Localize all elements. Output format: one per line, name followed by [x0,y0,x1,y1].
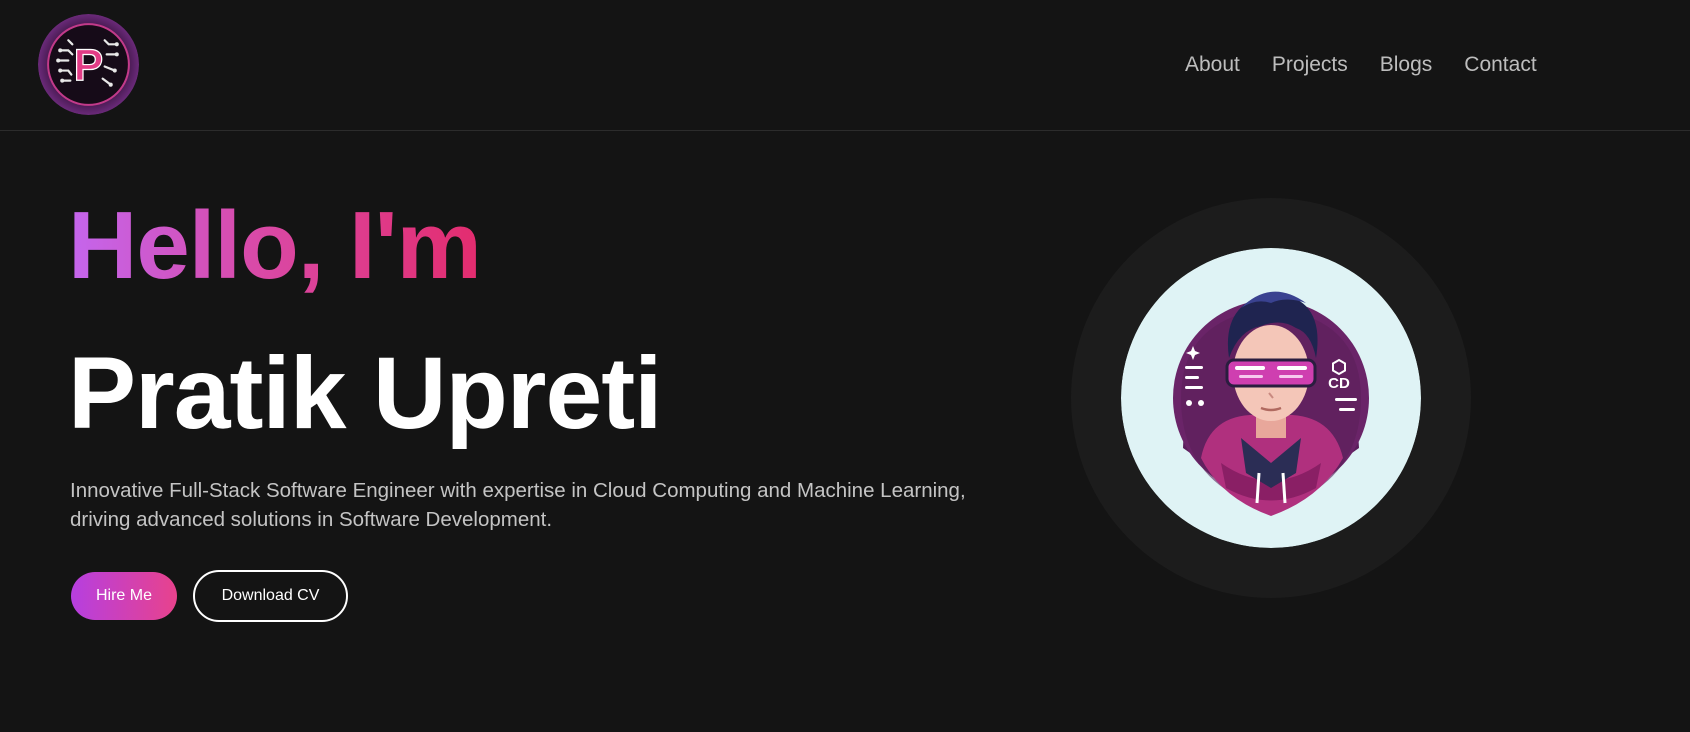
nav-link-about[interactable]: About [1185,50,1240,80]
nav-link-contact[interactable]: Contact [1464,50,1536,80]
hire-me-button[interactable]: Hire Me [71,572,177,620]
nav-links: About Projects Blogs Contact [1185,50,1569,80]
nav-link-blogs[interactable]: Blogs [1380,50,1433,80]
logo-letter: P [74,42,104,91]
avatar-badge-text: CD [1328,375,1350,392]
intro-description: Innovative Full-Stack Software Engineer … [70,479,966,531]
circuit-p-logo-icon[interactable]: P [38,14,139,115]
developer-avatar-icon: CD [1121,248,1421,548]
download-cv-button[interactable]: Download CV [193,570,348,622]
greeting-heading: Hello, I'm [68,190,482,302]
navbar: P About Projects Blogs Contact [0,0,1690,131]
name-heading: Pratik Upreti [68,336,663,450]
nav-link-projects[interactable]: Projects [1272,50,1348,80]
